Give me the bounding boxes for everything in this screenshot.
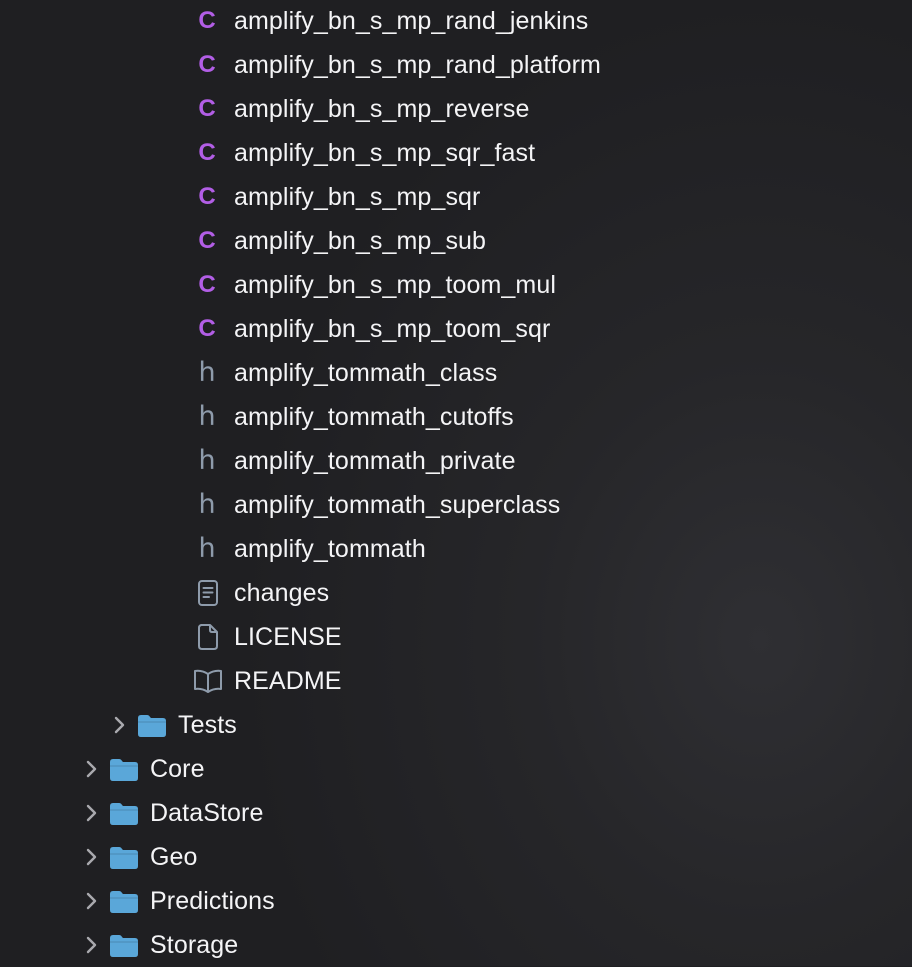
item-label: Core [150,755,205,783]
item-label: amplify_bn_s_mp_sub [234,227,487,255]
header-file-icon: h [198,533,216,564]
folder-row[interactable]: Tests [0,703,912,747]
file-row[interactable]: h amplify_tommath_private [0,439,912,483]
file-row[interactable]: h amplify_tommath [0,527,912,571]
book-icon [192,667,224,695]
folder-icon [108,755,140,783]
item-label: amplify_bn_s_mp_toom_mul [234,271,557,299]
item-label: amplify_bn_s_mp_sqr [234,183,481,211]
header-file-icon: h [198,445,216,476]
file-row[interactable]: README [0,659,912,703]
file-row[interactable]: Camplify_bn_s_mp_sqr [0,175,912,219]
c-source-file-icon: C [198,51,216,78]
header-file-icon: h [198,357,216,388]
item-label: amplify_bn_s_mp_toom_sqr [234,315,551,343]
file-row[interactable]: changes [0,571,912,615]
item-label: Predictions [150,887,275,915]
c-source-file-icon: C [198,183,216,210]
disclosure-chevron-icon[interactable] [84,848,100,866]
file-row[interactable]: Camplify_bn_s_mp_rand_jenkins [0,0,912,43]
c-source-file-icon: C [198,227,216,254]
header-file-icon: h [198,401,216,432]
item-label: amplify_tommath [234,535,426,563]
item-label: amplify_bn_s_mp_reverse [234,95,530,123]
disclosure-chevron-icon[interactable] [84,936,100,954]
folder-row[interactable]: Storage [0,923,912,967]
folder-icon [108,799,140,827]
file-row[interactable]: h amplify_tommath_cutoffs [0,395,912,439]
folder-row[interactable]: DataStore [0,791,912,835]
project-navigator: Camplify_bn_s_mp_rand_jenkins Camplify_bn… [0,0,912,966]
item-label: Storage [150,931,239,959]
item-label: Tests [178,711,237,739]
item-label: amplify_tommath_private [234,447,516,475]
folder-row[interactable]: Geo [0,835,912,879]
disclosure-chevron-icon[interactable] [84,760,100,778]
file-row[interactable]: h amplify_tommath_class [0,351,912,395]
folder-row[interactable]: Core [0,747,912,791]
folder-icon [136,711,168,739]
c-source-file-icon: C [198,315,216,342]
file-row[interactable]: Camplify_bn_s_mp_sqr_fast [0,131,912,175]
item-label: amplify_tommath_cutoffs [234,403,514,431]
file-row[interactable]: LICENSE [0,615,912,659]
c-source-file-icon: C [198,7,216,34]
file-row[interactable]: Camplify_bn_s_mp_toom_sqr [0,307,912,351]
item-label: DataStore [150,799,264,827]
folder-icon [108,887,140,915]
file-row[interactable]: Camplify_bn_s_mp_reverse [0,87,912,131]
file-row[interactable]: Camplify_bn_s_mp_rand_platform [0,43,912,87]
folder-icon [108,843,140,871]
disclosure-chevron-icon[interactable] [84,804,100,822]
folder-row[interactable]: Predictions [0,879,912,923]
item-label: README [234,667,342,695]
folder-icon [108,931,140,959]
file-row[interactable]: Camplify_bn_s_mp_toom_mul [0,263,912,307]
item-label: amplify_bn_s_mp_sqr_fast [234,139,536,167]
item-label: amplify_bn_s_mp_rand_jenkins [234,7,589,35]
item-label: Geo [150,843,198,871]
item-label: amplify_tommath_superclass [234,491,561,519]
text-document-icon [192,579,224,607]
item-label: amplify_tommath_class [234,359,498,387]
c-source-file-icon: C [198,95,216,122]
blank-document-icon [192,623,224,651]
file-row[interactable]: Camplify_bn_s_mp_sub [0,219,912,263]
item-label: LICENSE [234,623,342,651]
item-label: changes [234,579,330,607]
header-file-icon: h [198,489,216,520]
item-label: amplify_bn_s_mp_rand_platform [234,51,601,79]
c-source-file-icon: C [198,139,216,166]
disclosure-chevron-icon[interactable] [84,892,100,910]
c-source-file-icon: C [198,271,216,298]
disclosure-chevron-icon[interactable] [112,716,128,734]
file-row[interactable]: h amplify_tommath_superclass [0,483,912,527]
